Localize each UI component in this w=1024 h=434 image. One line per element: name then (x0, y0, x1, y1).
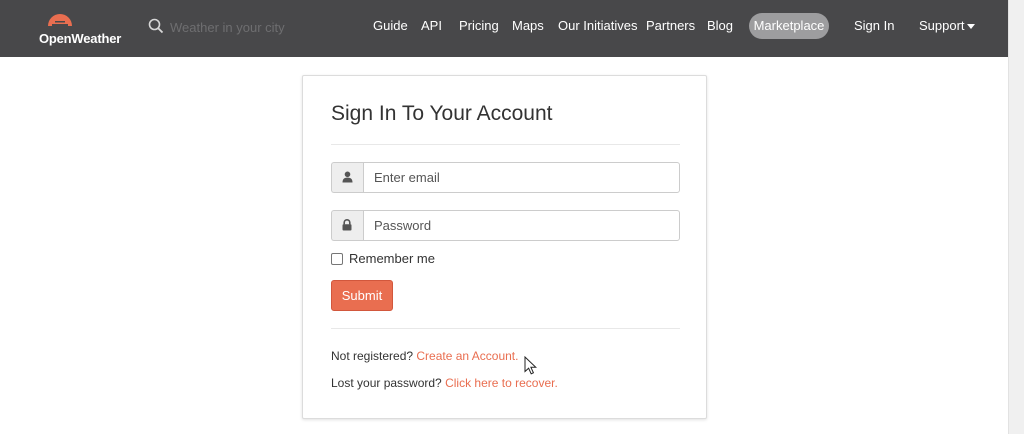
remember-label[interactable]: Remember me (349, 251, 435, 266)
nav-support[interactable]: Support (919, 18, 975, 33)
not-registered-text: Not registered? (331, 349, 414, 363)
nav-pricing[interactable]: Pricing (459, 18, 499, 33)
password-addon (331, 210, 363, 241)
recover-password-link[interactable]: Click here to recover. (445, 376, 558, 390)
page-title: Sign In To Your Account (331, 102, 553, 125)
email-field[interactable] (363, 162, 680, 193)
nav-initiatives[interactable]: Our Initiatives (558, 18, 637, 33)
openweather-logo[interactable]: OpenWeather (37, 9, 127, 49)
page: OpenWeather Guide API Pricing Maps Our I… (0, 0, 1024, 434)
search-icon[interactable] (148, 18, 164, 34)
user-icon (342, 171, 353, 183)
nav-api[interactable]: API (421, 18, 442, 33)
recover-line: Lost your password? Click here to recove… (331, 376, 558, 390)
chevron-down-icon (966, 24, 975, 30)
nav-sign-in[interactable]: Sign In (854, 18, 894, 33)
nav-support-label: Support (919, 18, 965, 33)
vertical-scrollbar[interactable] (1008, 0, 1024, 434)
nav-blog[interactable]: Blog (707, 18, 733, 33)
search-input[interactable] (170, 16, 320, 38)
nav-guide[interactable]: Guide (373, 18, 408, 33)
divider (331, 328, 680, 329)
create-account-link[interactable]: Create an Account. (416, 349, 518, 363)
mouse-cursor-icon (524, 356, 537, 375)
nav-maps[interactable]: Maps (512, 18, 544, 33)
password-group (331, 210, 680, 241)
email-group (331, 162, 680, 193)
divider (331, 144, 680, 145)
password-field[interactable] (363, 210, 680, 241)
brand-name: OpenWeather (39, 31, 122, 46)
remember-checkbox[interactable] (331, 253, 343, 265)
email-addon (331, 162, 363, 193)
sign-in-card: Sign In To Your Account Remember (302, 75, 707, 419)
lost-password-text: Lost your password? (331, 376, 442, 390)
nav-marketplace[interactable]: Marketplace (749, 13, 829, 39)
lock-icon (342, 219, 352, 231)
city-search (148, 16, 328, 38)
sun-logo-icon (48, 14, 72, 26)
top-navbar: OpenWeather Guide API Pricing Maps Our I… (0, 0, 1008, 57)
nav-partners[interactable]: Partners (646, 18, 695, 33)
register-line: Not registered? Create an Account. (331, 349, 518, 363)
submit-button[interactable]: Submit (331, 280, 393, 311)
